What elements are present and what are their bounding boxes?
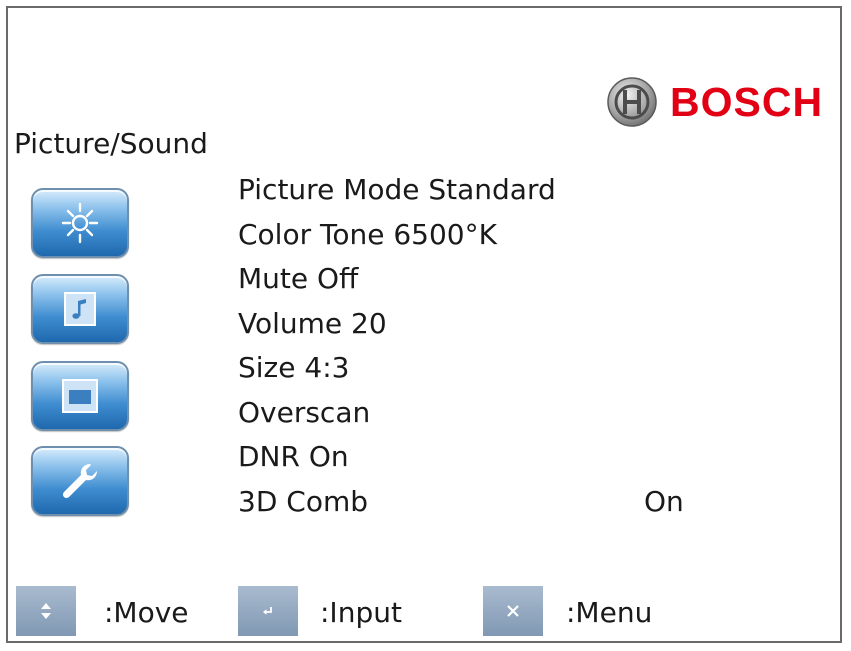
- screen-size-icon: [62, 379, 98, 413]
- menu-item-dnr[interactable]: DNR On: [238, 435, 798, 480]
- menu-item-label: Color Tone 6500°K: [238, 217, 497, 251]
- brand-name: BOSCH: [670, 78, 824, 125]
- menu-item-picture-mode[interactable]: Picture Mode Standard: [238, 168, 798, 213]
- menu-item-volume[interactable]: Volume 20: [238, 302, 798, 347]
- osd-screen: BOSCH Picture/Sound Picture Mode Standar…: [6, 6, 842, 643]
- wrench-icon: [62, 463, 98, 499]
- menu-item-overscan[interactable]: Overscan: [238, 391, 798, 436]
- menu-item-value: On: [644, 484, 684, 518]
- up-down-arrows-icon: [41, 603, 51, 619]
- menu-item-3d-comb[interactable]: 3D Comb On: [238, 480, 798, 525]
- screen-size-button[interactable]: [31, 361, 129, 431]
- sound-settings-button[interactable]: [31, 274, 129, 344]
- setup-tools-button[interactable]: [31, 446, 129, 516]
- brand-logo: BOSCH: [606, 74, 823, 130]
- input-key: [238, 586, 298, 636]
- menu-item-label: Volume 20: [238, 306, 387, 340]
- menu-item-mute[interactable]: Mute Off: [238, 257, 798, 302]
- menu-item-label: Picture Mode Standard: [238, 173, 556, 206]
- move-label: :Move: [104, 596, 189, 629]
- enter-return-icon: [263, 607, 272, 615]
- close-x-icon: [507, 605, 519, 617]
- picture-settings-button[interactable]: [31, 188, 129, 258]
- music-note-icon: [64, 292, 96, 326]
- move-key: [16, 586, 76, 636]
- menu-item-label: DNR On: [238, 440, 349, 473]
- menu-item-label: 3D Comb: [238, 484, 369, 518]
- menu-title: Picture/Sound: [14, 127, 208, 160]
- sun-brightness-icon: [61, 202, 99, 244]
- menu-label: :Menu: [566, 596, 653, 629]
- settings-list: Picture Mode Standard Color Tone 6500°K …: [238, 168, 798, 524]
- menu-key: [483, 586, 543, 636]
- menu-item-color-tone[interactable]: Color Tone 6500°K: [238, 213, 798, 258]
- menu-item-label: Mute Off: [238, 262, 359, 295]
- input-label: :Input: [320, 596, 402, 629]
- bosch-armature-icon: [607, 77, 657, 127]
- menu-item-label: Overscan: [238, 395, 371, 429]
- menu-item-size[interactable]: Size 4:3: [238, 346, 798, 391]
- menu-item-label: Size 4:3: [238, 351, 350, 384]
